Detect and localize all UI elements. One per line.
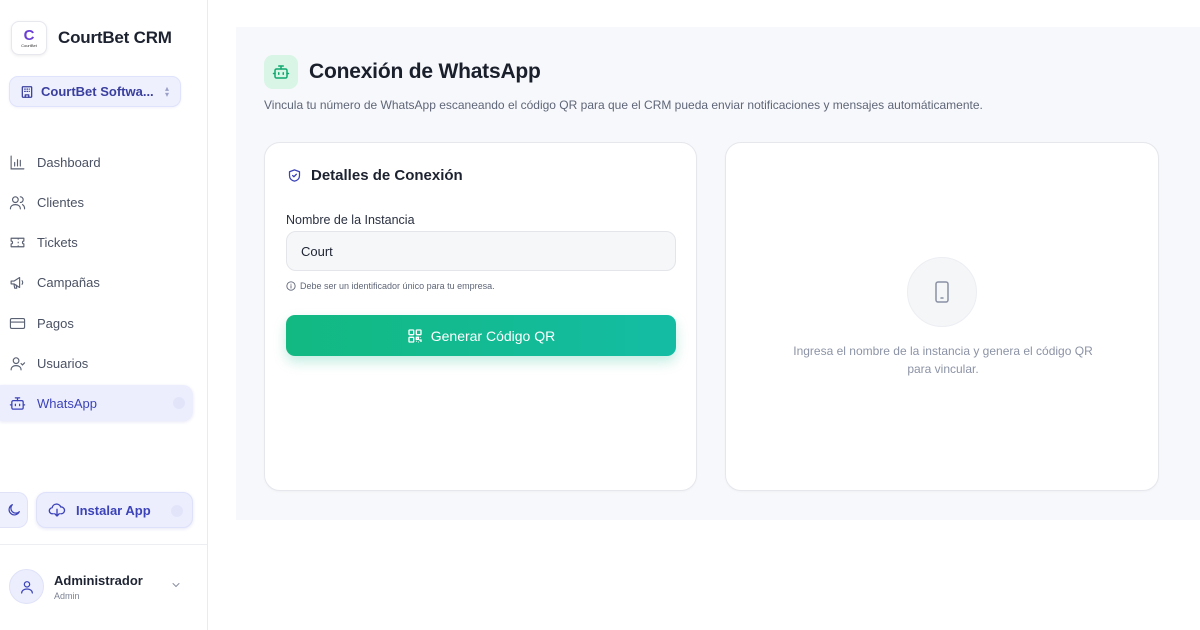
building-icon xyxy=(20,85,34,99)
smartphone-icon xyxy=(935,281,949,303)
sidebar-divider xyxy=(0,544,207,545)
page-subtitle: Vincula tu número de WhatsApp escaneando… xyxy=(264,98,983,112)
sidebar-item-label: Campañas xyxy=(37,274,100,290)
qr-placeholder-text: Ingresa el nombre de la instancia y gene… xyxy=(793,344,1093,376)
generate-qr-label: Generar Código QR xyxy=(430,327,556,344)
brand-name: CourtBet CRM xyxy=(58,28,172,47)
hint-text: Debe ser un identificador único para tu … xyxy=(300,281,495,291)
brand-logo: C CourtBet xyxy=(11,21,47,55)
sidebar-item-label: Usuarios xyxy=(37,355,89,371)
instance-name-hint: Debe ser un identificador único para tu … xyxy=(286,281,495,291)
sidebar-item-pagos[interactable]: Pagos xyxy=(0,305,193,341)
brand-logo-mark: C xyxy=(23,26,35,44)
user-icon xyxy=(10,356,26,370)
chevron-up-down-icon: ▴ ▾ xyxy=(164,84,169,99)
user-avatar-icon xyxy=(20,580,33,594)
sidebar-item-label: Tickets xyxy=(37,234,78,250)
ticket-icon xyxy=(10,237,25,247)
qr-code-card: Ingresa el nombre de la instancia y gene… xyxy=(725,142,1159,491)
sidebar-item-usuarios[interactable]: Usuarios xyxy=(0,345,193,381)
bot-icon xyxy=(272,65,290,79)
install-app-button[interactable]: Instalar App xyxy=(36,492,193,528)
user-role: Admin xyxy=(54,591,80,601)
bar-chart-icon xyxy=(10,155,25,169)
install-app-label: Instalar App xyxy=(76,502,151,518)
qr-code-icon xyxy=(408,328,422,343)
page-icon xyxy=(264,55,298,89)
instance-name-input[interactable] xyxy=(286,231,676,271)
sidebar-item-label: Dashboard xyxy=(37,154,101,170)
brand-logo-text: CourtBet xyxy=(21,42,37,48)
card-title-text: Detalles de Conexión xyxy=(311,167,463,184)
theme-toggle-button[interactable] xyxy=(0,492,28,528)
moon-icon xyxy=(8,504,20,516)
active-indicator xyxy=(173,397,185,409)
sidebar-item-label: Clientes xyxy=(37,194,84,210)
connection-details-card: Detalles de Conexión Nombre de la Instan… xyxy=(264,142,697,491)
chevron-down-icon[interactable] xyxy=(170,579,182,591)
credit-card-icon xyxy=(9,317,26,329)
sidebar-item-tickets[interactable]: Tickets xyxy=(0,224,193,260)
avatar xyxy=(9,569,44,604)
sidebar: C CourtBet CourtBet CRM CourtBet Softwa.… xyxy=(0,0,208,630)
organization-selector[interactable]: CourtBet Softwa... ▴ ▾ xyxy=(9,76,181,107)
generate-qr-button[interactable]: Generar Código QR xyxy=(286,315,676,356)
card-title: Detalles de Conexión xyxy=(287,167,463,184)
cloud-download-icon xyxy=(48,503,66,517)
page-title: Conexión de WhatsApp xyxy=(309,60,541,83)
user-menu[interactable]: Administrador Admin xyxy=(9,568,194,608)
shield-icon xyxy=(288,169,301,182)
qr-placeholder xyxy=(907,257,977,327)
sidebar-item-label: WhatsApp xyxy=(37,395,97,411)
install-indicator xyxy=(171,505,183,517)
main-content: Conexión de WhatsApp Vincula tu número d… xyxy=(236,27,1200,520)
instance-name-label: Nombre de la Instancia xyxy=(286,213,415,227)
megaphone-icon xyxy=(10,276,24,289)
users-icon xyxy=(9,195,26,209)
info-icon xyxy=(286,281,296,291)
organization-name: CourtBet Softwa... xyxy=(41,84,154,99)
sidebar-item-label: Pagos xyxy=(37,315,74,331)
brand[interactable]: C CourtBet CourtBet CRM xyxy=(11,21,172,55)
sidebar-item-dashboard[interactable]: Dashboard xyxy=(0,144,193,180)
sidebar-item-clientes[interactable]: Clientes xyxy=(0,184,193,220)
sidebar-item-whatsapp[interactable]: WhatsApp xyxy=(0,385,193,421)
bot-icon xyxy=(9,396,26,410)
sidebar-item-campanas[interactable]: Campañas xyxy=(0,264,193,300)
user-name: Administrador xyxy=(54,573,143,588)
